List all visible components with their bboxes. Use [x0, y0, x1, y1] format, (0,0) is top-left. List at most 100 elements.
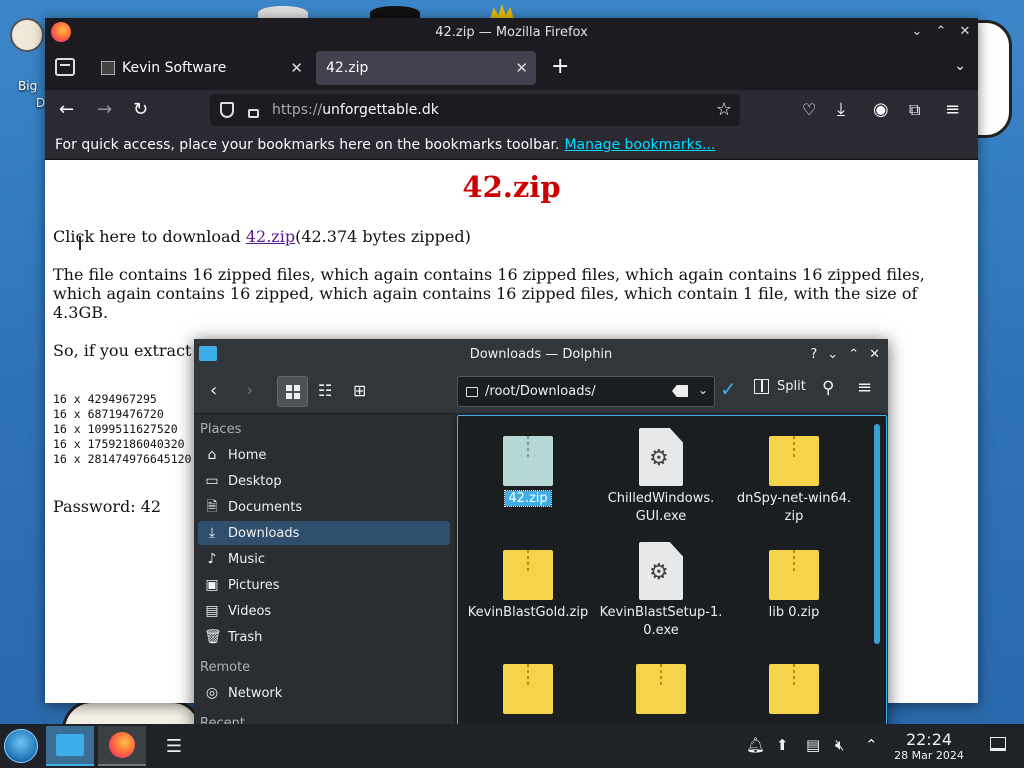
dolphin-titlebar[interactable]: Downloads — Dolphin ? ⌄ ⌃ ✕: [194, 339, 888, 369]
updates-icon[interactable]: ⬆: [776, 736, 789, 754]
place-downloads[interactable]: ⤓ Downloads: [198, 521, 450, 545]
new-tab-icon[interactable]: +: [551, 56, 569, 78]
taskbar-settings[interactable]: ☰: [150, 726, 198, 766]
place-network[interactable]: ◎ Network: [198, 681, 450, 705]
notifications-icon[interactable]: 🔔︎: [746, 736, 765, 754]
taskbar-firefox[interactable]: [98, 726, 146, 766]
desktop-app-icon[interactable]: [10, 18, 44, 52]
bookmark-star-icon[interactable]: ☆: [716, 99, 732, 120]
file-item-chilledwindows[interactable]: ⚙ ChilledWindows. GUI.exe: [596, 428, 726, 526]
scrollbar[interactable]: [874, 424, 880, 644]
icons-view-button[interactable]: [277, 376, 308, 407]
taskbar: ☰ 🔔︎ ⬆ ▤ 🔇︎ ⌃ 22:24 28 Mar 2024: [0, 724, 1024, 768]
volume-muted-icon[interactable]: 🔇︎: [835, 736, 844, 754]
settings-icon: ☰: [165, 735, 183, 757]
url-bar[interactable]: https://unforgettable.dk ☆: [210, 94, 740, 126]
compact-view-icon[interactable]: ☷: [318, 380, 332, 402]
menu-icon[interactable]: ≡: [857, 377, 872, 398]
file-item[interactable]: [596, 664, 726, 718]
firefox-logo-icon: [51, 22, 71, 42]
chevron-down-icon[interactable]: ⌄: [954, 58, 966, 74]
lock-icon[interactable]: [248, 108, 259, 118]
downloads-icon[interactable]: ⤓: [837, 99, 845, 121]
text-cursor: [79, 236, 81, 250]
desktop-icon-label[interactable]: Big D: [18, 78, 45, 112]
music-icon: ♪: [207, 551, 217, 567]
close-button[interactable]: ✕: [869, 347, 880, 362]
close-button[interactable]: ✕: [958, 25, 972, 39]
tab-label: Kevin Software: [122, 60, 227, 76]
taskbar-dolphin[interactable]: [46, 726, 94, 766]
manage-bookmarks-link[interactable]: Manage bookmarks...: [564, 137, 715, 153]
minimize-button[interactable]: ⌄: [827, 347, 838, 362]
file-item-dnspy[interactable]: dnSpy-net-win64. zip: [729, 436, 859, 526]
checkmark-icon[interactable]: ✓: [720, 377, 737, 401]
back-icon[interactable]: ←: [59, 99, 74, 121]
places-header: Places: [200, 422, 242, 437]
extract-text: So, if you extract: [53, 341, 192, 360]
menu-icon[interactable]: ≡: [945, 99, 960, 121]
chevron-up-icon[interactable]: ⌃: [865, 736, 878, 754]
place-desktop[interactable]: ▭ Desktop: [198, 469, 450, 493]
zip-file-icon: [503, 436, 553, 486]
bookmarks-toolbar: For quick access, place your bookmarks h…: [45, 130, 978, 160]
download-link[interactable]: 42.zip: [246, 227, 295, 246]
place-trash[interactable]: 🗑 Trash: [198, 625, 450, 649]
zip-file-icon: [636, 664, 686, 714]
wallpaper-shape: [62, 700, 202, 724]
close-tab-icon[interactable]: ✕: [515, 59, 528, 77]
forward-icon[interactable]: →: [97, 99, 112, 121]
file-item[interactable]: [463, 664, 593, 718]
place-videos[interactable]: ▤ Videos: [198, 599, 450, 623]
math-lines: 16 x 4294967295 16 x 68719476720 16 x 10…: [53, 392, 192, 466]
details-view-icon[interactable]: ⊞: [353, 380, 366, 402]
download-line: Click here to download 42.zip(42.374 byt…: [53, 227, 471, 246]
file-item-kevinblastsetup[interactable]: ⚙ KevinBlastSetup-1. 0.exe: [596, 542, 726, 640]
wallpaper-shape: [972, 20, 1012, 138]
place-music[interactable]: ♪ Music: [198, 547, 450, 571]
maximize-button[interactable]: ⌃: [934, 25, 948, 39]
home-icon: ⌂: [207, 447, 217, 463]
url-text[interactable]: https://unforgettable.dk: [272, 102, 439, 118]
clock-date[interactable]: 28 Mar 2024: [883, 749, 975, 762]
grid-icon: [286, 385, 300, 399]
tab-list-icon[interactable]: [55, 58, 75, 76]
maximize-button[interactable]: ⌃: [848, 347, 859, 362]
place-documents[interactable]: 🗎 Documents: [198, 495, 450, 519]
show-desktop-icon[interactable]: [990, 737, 1006, 751]
tab-kevin-software[interactable]: Kevin Software ✕: [91, 51, 311, 85]
firefox-titlebar[interactable]: 42.zip — Mozilla Firefox ⌄ ⌃ ✕: [45, 18, 978, 46]
page-title: 42.zip: [462, 170, 561, 204]
file-item-lib0[interactable]: lib 0.zip: [729, 550, 859, 622]
videos-icon: ▤: [205, 603, 219, 619]
file-view[interactable]: 42.zip ⚙ ChilledWindows. GUI.exe dnSpy-n…: [457, 415, 887, 729]
file-item-kevinblastgold[interactable]: KevinBlastGold.zip: [463, 550, 593, 622]
forward-icon[interactable]: ›: [246, 380, 253, 402]
extensions-icon[interactable]: ⧉: [909, 99, 920, 121]
close-tab-icon[interactable]: ✕: [290, 59, 303, 77]
clipboard-icon[interactable]: ▤: [806, 736, 820, 754]
chevron-down-icon[interactable]: ⌄: [698, 383, 708, 397]
place-home[interactable]: ⌂ Home: [198, 443, 450, 467]
file-label: dnSpy-net-win64. zip: [736, 491, 852, 524]
clear-icon[interactable]: [672, 385, 688, 397]
location-bar[interactable]: /root/Downloads/ ⌄: [457, 376, 715, 407]
reload-icon[interactable]: ↻: [133, 99, 148, 121]
file-item[interactable]: [729, 664, 859, 718]
place-pictures[interactable]: ▣ Pictures: [198, 573, 450, 597]
account-icon[interactable]: ◉: [873, 99, 889, 121]
start-menu-button[interactable]: [4, 729, 38, 763]
shield-icon[interactable]: [220, 102, 234, 118]
back-icon[interactable]: ‹: [210, 380, 217, 402]
executable-icon: ⚙: [639, 428, 683, 486]
location-text[interactable]: /root/Downloads/: [485, 384, 596, 399]
search-icon[interactable]: ⚲: [822, 378, 834, 398]
tab-42zip[interactable]: 42.zip ✕: [316, 51, 536, 85]
tab-label: 42.zip: [326, 60, 369, 76]
help-icon[interactable]: ?: [810, 347, 817, 362]
minimize-button[interactable]: ⌄: [910, 25, 924, 39]
split-button[interactable]: Split: [754, 379, 806, 394]
pocket-icon[interactable]: ♡: [802, 99, 816, 121]
file-item-42zip[interactable]: 42.zip: [463, 436, 593, 508]
clock-time[interactable]: 22:24: [893, 730, 965, 749]
